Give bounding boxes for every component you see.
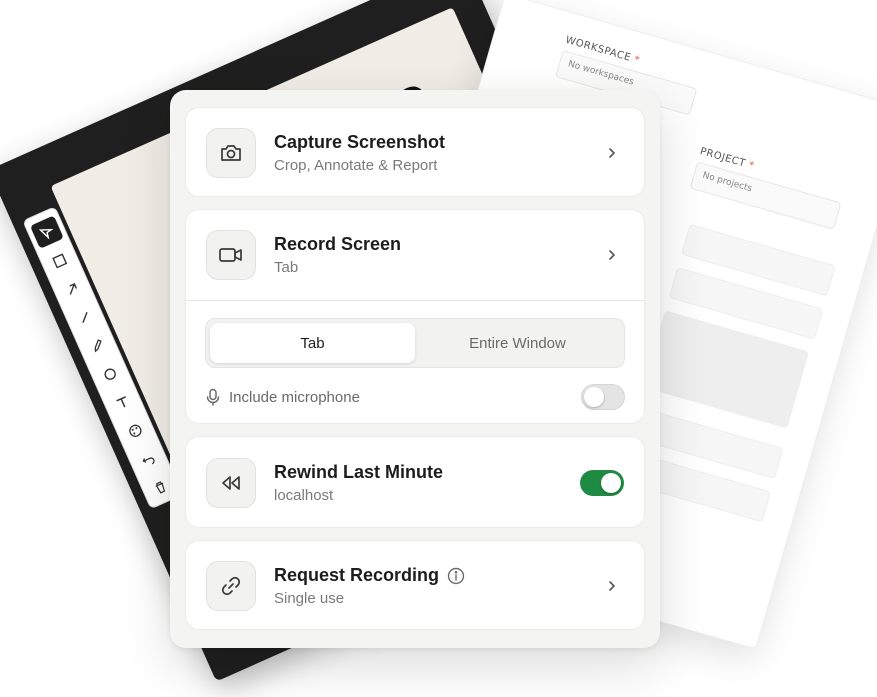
record-screen-title: Record Screen (274, 234, 402, 254)
info-icon[interactable] (447, 567, 465, 585)
chevron-right-icon[interactable] (600, 574, 624, 598)
record-screen-row[interactable]: Record Screen Tab (186, 210, 644, 300)
request-recording-subtitle: Single use (274, 590, 345, 607)
capture-screenshot-card[interactable]: Capture Screenshot Crop, Annotate & Repo… (185, 107, 645, 197)
rewind-last-minute-card: Rewind Last Minute localhost (185, 436, 645, 528)
circle-icon (93, 357, 127, 390)
microphone-row: Include microphone (186, 368, 644, 426)
request-recording-title-row: Request Recording (274, 565, 600, 586)
arrow-icon (55, 272, 89, 305)
record-mode-tab[interactable]: Tab (210, 323, 415, 363)
capture-screenshot-title: Capture Screenshot (274, 132, 446, 152)
microphone-icon (205, 388, 221, 406)
record-screen-subtitle: Tab (274, 259, 299, 276)
microphone-toggle[interactable] (581, 384, 625, 410)
request-recording-card[interactable]: Request Recording Single use (185, 540, 645, 630)
palette-icon (118, 414, 152, 447)
record-mode-selector: Tab Entire Window (205, 318, 625, 368)
video-icon (206, 230, 256, 280)
request-recording-title: Request Recording (274, 565, 440, 585)
rectangle-icon (43, 244, 77, 277)
microphone-label: Include microphone (229, 388, 360, 406)
rewind-icon (206, 458, 256, 508)
link-icon (206, 561, 256, 611)
pen-icon (80, 329, 114, 362)
camera-icon (206, 128, 256, 178)
capture-screenshot-subtitle: Crop, Annotate & Report (274, 157, 438, 174)
toggle-knob (584, 387, 604, 407)
line-icon (68, 300, 102, 333)
rewind-title: Rewind Last Minute (274, 462, 444, 482)
record-screen-card: Record Screen Tab Tab Entire Window Incl… (185, 209, 645, 424)
undo-icon (131, 442, 165, 475)
record-mode-entire-window[interactable]: Entire Window (415, 323, 620, 363)
toggle-knob (601, 473, 621, 493)
capture-menu-panel: Capture Screenshot Crop, Annotate & Repo… (170, 90, 660, 648)
text-icon (106, 385, 140, 418)
cursor-icon (29, 215, 64, 249)
record-divider (186, 300, 644, 301)
chevron-right-icon[interactable] (600, 141, 624, 165)
chevron-right-icon[interactable] (600, 243, 624, 267)
rewind-subtitle: localhost (274, 487, 334, 504)
project-field: No projects (689, 161, 842, 230)
rewind-toggle[interactable] (580, 470, 624, 496)
